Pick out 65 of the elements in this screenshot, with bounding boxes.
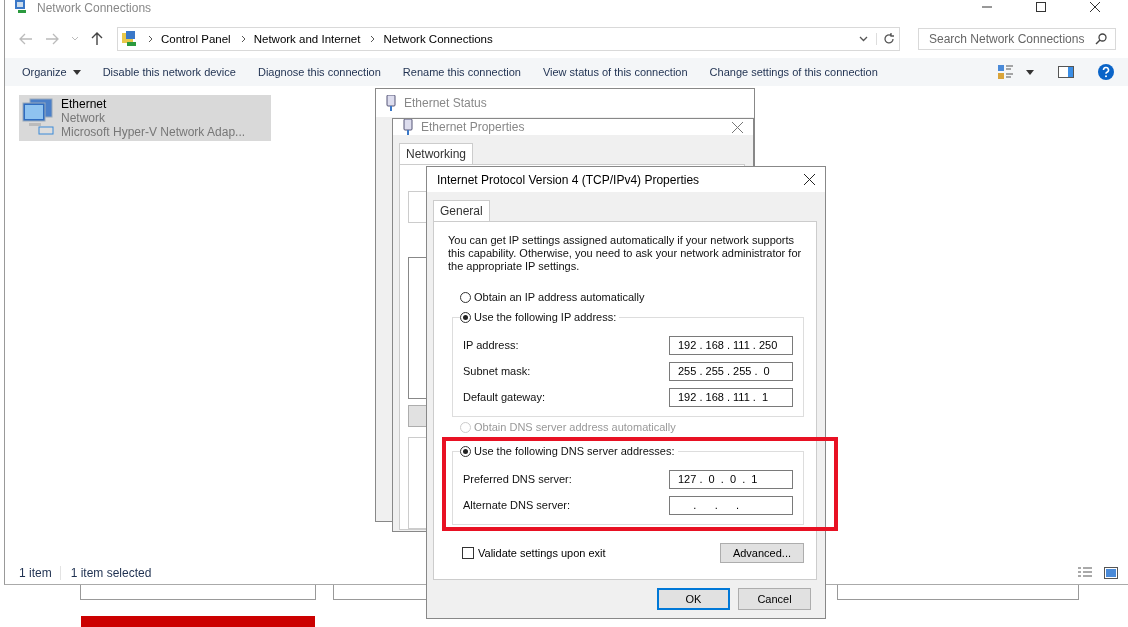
caret-icon[interactable] [1026,69,1034,75]
connection-name: Ethernet [61,97,108,111]
toolbar-button[interactable]: Organize [13,63,90,81]
breadcrumb-item[interactable]: Network Connections [383,33,493,45]
field-label: Alternate DNS server: [463,499,570,511]
toolbar-button[interactable]: Diagnose this connection [248,63,390,81]
caret-icon [72,69,81,75]
large-icons-view-icon[interactable] [1104,567,1118,579]
dialog-button[interactable]: Cancel [738,588,811,610]
radio-button[interactable] [460,311,471,323]
connection-item[interactable]: Ethernet Network Microsoft Hyper-V Network Adap... [19,95,271,141]
field-label: Subnet mask: [463,365,531,377]
address-bar[interactable]: Control Panel Network and Internet Network Connections [117,27,900,51]
dialog-title: Ethernet Properties [421,120,525,134]
network-adapter-icon [21,97,57,135]
breadcrumb-item[interactable]: Network and Internet [253,33,361,45]
preview-pane-icon[interactable] [1058,66,1074,78]
dialog-button[interactable]: OK [657,588,730,610]
tab[interactable]: General [433,200,490,221]
tab[interactable]: Networking [399,143,474,164]
up-arrow-icon[interactable] [91,32,103,46]
toolbar-button[interactable]: Rename this connection [393,63,530,81]
dialog-title: Ethernet Status [404,96,487,110]
field-label: Preferred DNS server: [463,473,572,485]
radio-button[interactable] [460,291,471,303]
search-field[interactable]: Search Network Connections [918,28,1116,50]
ip-address-field[interactable]: 255 . 255 . 255 . 0 [669,361,793,381]
item-count: 1 item [19,566,52,580]
field-label: IP address: [463,339,519,351]
radio-label[interactable]: Use the following DNS server addresses: [474,445,675,457]
network-folder-icon [13,0,29,14]
dialog-title: Internet Protocol Version 4 (TCP/IPv4) Properties [437,172,700,187]
radio-label[interactable]: Use the following IP address: [474,311,617,323]
chevron-down-icon[interactable] [859,36,868,42]
validate-checkbox[interactable]: Validate settings upon exit [462,547,606,559]
window-title: Network Connections [37,1,152,15]
help-icon[interactable] [1098,64,1114,80]
breadcrumb-item[interactable]: Control Panel [161,33,231,45]
field-label: Default gateway: [463,391,545,403]
breadcrumb-chevron-icon [148,35,153,43]
selection-count: 1 item selected [59,566,152,580]
toolbar-button[interactable]: Disable this network device [93,63,245,81]
connection-adapter: Microsoft Hyper-V Network Adap... [61,125,246,139]
network-cable-icon [403,119,413,135]
view-options-icon[interactable] [998,65,1014,79]
ip-address-field[interactable]: 192 . 168 . 111 . 250 [669,335,793,355]
intro-text: You can get IP settings assigned automatically if your network supports this capability. Otherwise, you need to ask your network administrator for the appropriate IP settings. [448,234,803,273]
breadcrumb-chevron-icon [240,35,246,43]
connection-network: Network [61,111,106,125]
network-cable-icon [386,95,396,111]
ip-address-field[interactable]: 127 . 0 . 0 . 1 [669,469,793,489]
maximize-icon[interactable] [1035,1,1047,13]
refresh-icon[interactable] [876,33,895,45]
search-icon [1095,33,1107,45]
toolbar-button[interactable]: Change settings of this connection [700,63,887,81]
close-icon[interactable] [804,174,815,185]
advanced-button[interactable]: Advanced... [719,543,804,563]
toolbar-button[interactable]: View status of this connection [533,63,697,81]
close-icon[interactable] [1089,1,1101,13]
radio-label[interactable]: Obtain an IP address automatically [474,291,645,303]
radio-button[interactable] [460,445,471,457]
network-folder-icon [122,31,138,47]
breadcrumb-chevron-icon [370,35,376,43]
ip-address-field[interactable]: 192 . 168 . 111 . 1 [669,387,793,407]
ip-address-field[interactable]: . . . [669,495,793,515]
